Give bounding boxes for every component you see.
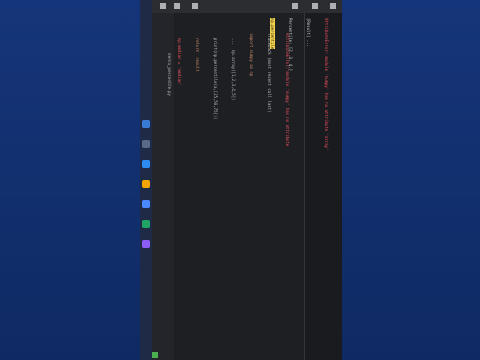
ide-window: demo_percentile.py AttributeError: modul…	[140, 0, 342, 360]
code-line: return result	[195, 33, 200, 72]
code-line: import numpy as np	[249, 33, 254, 77]
minimize-icon[interactable]	[312, 3, 318, 9]
run-config-icon[interactable]	[192, 3, 198, 9]
code-line: ... np.array([1,2,3,4,5])	[231, 33, 236, 101]
console-line: np.percentile	[269, 18, 275, 150]
console-line: [Result] ...	[306, 18, 311, 47]
edge-icon[interactable]	[142, 160, 150, 168]
ide-icon[interactable]	[142, 240, 150, 248]
close-icon[interactable]	[330, 3, 336, 9]
right-background	[342, 0, 480, 360]
code-line: print(np.percentile(a,[25,50,75]))	[213, 33, 218, 120]
settings-icon[interactable]	[292, 3, 298, 9]
project-icon[interactable]	[174, 3, 180, 9]
console-output: AttributeError: module 'numpy' has no at…	[257, 18, 341, 150]
run-icon[interactable]	[152, 352, 158, 358]
code-line: np.median = 'median'	[177, 33, 182, 86]
app-icon[interactable]	[142, 220, 150, 228]
console-line: Percentile: [2. 3. 4.]	[288, 18, 293, 71]
highlighted-text: np.percentile	[270, 18, 275, 50]
windows-icon[interactable]	[142, 120, 150, 128]
top-toolbar	[152, 0, 342, 14]
run-console[interactable]: AttributeError: module 'numpy' has no at…	[270, 13, 342, 360]
menu-icon[interactable]	[160, 3, 166, 9]
taskbar	[140, 0, 152, 360]
search-icon[interactable]	[142, 140, 150, 148]
console-line: AttributeError: module 'numpy' has no at…	[324, 18, 329, 151]
folder-icon[interactable]	[142, 180, 150, 188]
left-background	[0, 0, 140, 360]
store-icon[interactable]	[142, 200, 150, 208]
